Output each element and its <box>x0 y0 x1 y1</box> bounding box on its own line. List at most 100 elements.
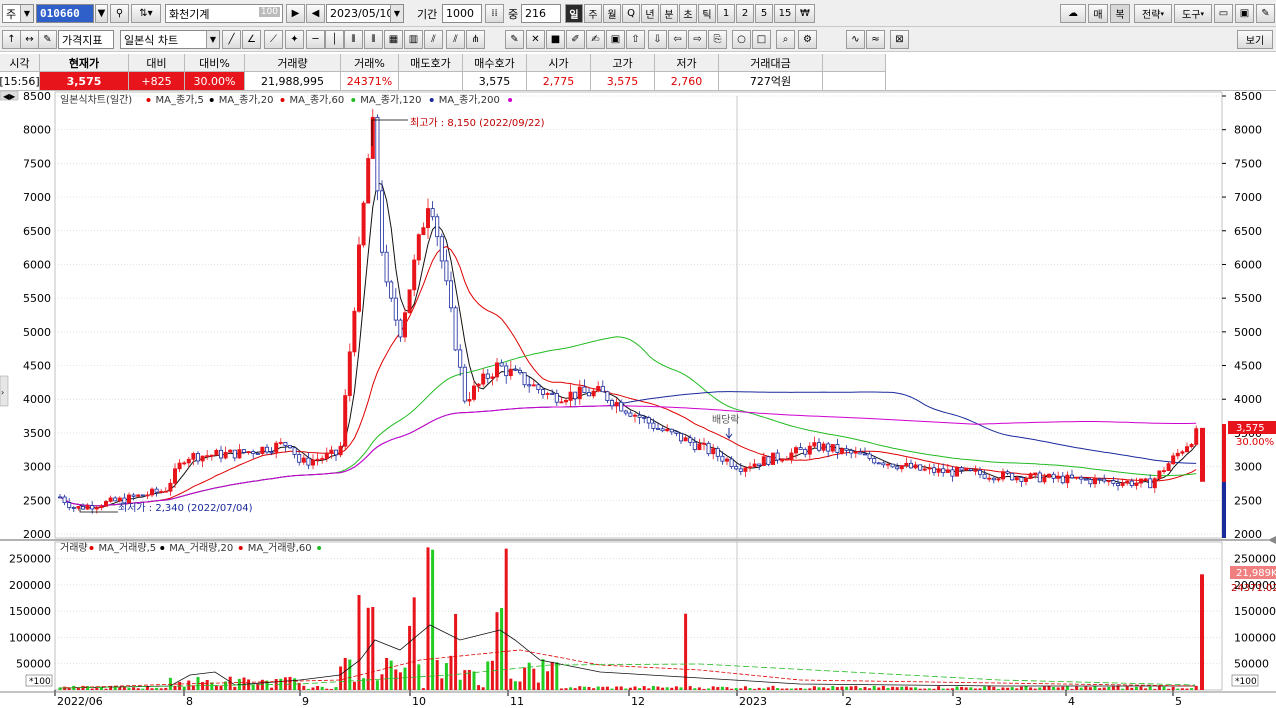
box-tool-icon[interactable]: ▥ <box>404 30 423 49</box>
candle-body <box>518 369 523 374</box>
timeframe-button-틱[interactable]: 틱 <box>698 4 716 23</box>
stock-code-input[interactable]: 010660 <box>36 4 94 23</box>
volume-bar <box>642 686 646 690</box>
candle-body <box>646 417 651 424</box>
note-tool-icon[interactable]: ✍ <box>586 30 605 49</box>
wave1-tool-icon[interactable]: ∿ <box>846 30 865 49</box>
frame-tool-icon[interactable]: ▣ <box>606 30 625 49</box>
arrow-down-icon[interactable]: ⇩ <box>648 30 667 49</box>
line-tool-icon[interactable]: ╱ <box>222 30 241 49</box>
code-dropdown-button[interactable]: ▼ <box>95 4 108 23</box>
date-input[interactable]: 2023/05/10 ▼ <box>326 4 404 23</box>
volume-bar <box>1134 686 1138 690</box>
timeframe-button-2[interactable]: 2 <box>736 4 754 23</box>
cycle-tool-icon[interactable]: ⦀ <box>364 30 383 49</box>
vline-tool-icon[interactable]: │ <box>325 30 344 49</box>
timeframe-button-1[interactable]: 1 <box>717 4 735 23</box>
candle-body <box>559 401 564 404</box>
edit-icon[interactable]: ✎ <box>38 30 57 49</box>
header-time: 시각 <box>0 54 40 72</box>
timeframe-button-월[interactable]: 월 <box>603 4 621 23</box>
hline-tool-icon[interactable]: ─ <box>306 30 325 49</box>
volume-bar <box>141 688 145 690</box>
rect-tool-icon[interactable]: □ <box>752 30 771 49</box>
volume-pct-label: 24371.02 <box>1231 583 1276 594</box>
price-tick-right: 7000 <box>1234 191 1262 204</box>
channel-tool-icon[interactable]: ⫽ <box>424 30 443 49</box>
volume-bar <box>559 688 563 690</box>
zoom-tool-icon[interactable]: ⌕ <box>776 30 795 49</box>
period-input[interactable]: 1000 <box>442 4 482 23</box>
angle-tool-icon[interactable]: ∠ <box>242 30 261 49</box>
ray-tool-icon[interactable]: ⟋ <box>264 30 283 49</box>
x-axis-label: 8 <box>186 695 193 708</box>
arrow-left-icon[interactable]: ⇦ <box>668 30 687 49</box>
dup-button[interactable]: 복 <box>1110 4 1130 23</box>
fan-tool-icon[interactable]: ✦ <box>285 30 304 49</box>
cross-tool-icon[interactable]: ✕ <box>526 30 545 49</box>
volume-legend-item: 거래량 <box>60 542 88 554</box>
volume-bar <box>582 686 586 690</box>
candle-body <box>356 244 361 312</box>
period-tool-icon[interactable]: ⦀ <box>344 30 363 49</box>
grid-tool-icon[interactable]: ▦ <box>384 30 403 49</box>
copy-tool-icon[interactable]: ⎘ <box>708 30 727 49</box>
timeframe-button-주[interactable]: 주 <box>584 4 602 23</box>
candle-body <box>812 442 817 447</box>
chart-type-select[interactable]: 일본식 차트 ▼ <box>120 30 220 49</box>
pen-tool-icon[interactable]: ✎ <box>505 30 524 49</box>
pitchfork-tool-icon[interactable]: ⋔ <box>466 30 485 49</box>
prev-arrow-icon[interactable]: ◀ <box>306 4 325 23</box>
color-tool-icon[interactable]: ■ <box>546 30 565 49</box>
mid-input[interactable]: 216 <box>521 4 561 23</box>
timeframe-button-분[interactable]: 분 <box>660 4 678 23</box>
stock-name-field[interactable]: 화천기계 100 <box>165 4 283 23</box>
settings-tool-icon[interactable]: ⚙ <box>798 30 817 49</box>
tools-button[interactable]: 도구 ▾ <box>1174 4 1212 23</box>
timeframe-button-일[interactable]: 일 <box>565 4 583 23</box>
volume-bar <box>1167 688 1171 690</box>
volume-bar <box>127 687 131 690</box>
value-open: 2,775 <box>527 72 591 91</box>
view-button[interactable]: 보기 <box>1237 30 1273 49</box>
legend-dot <box>317 546 322 550</box>
wave2-tool-icon[interactable]: ≈ <box>866 30 885 49</box>
timeframe-button-Q[interactable]: Q <box>622 4 640 23</box>
strategy-button[interactable]: 전략 ▾ <box>1134 4 1172 23</box>
arrow-up-icon[interactable]: ⇧ <box>626 30 645 49</box>
folder-icon[interactable]: ▭ <box>1214 4 1233 23</box>
parallel-tool-icon[interactable]: ⫽ <box>446 30 465 49</box>
expand-icon[interactable]: ↔ <box>20 30 39 49</box>
candle-body <box>154 488 159 493</box>
legend-item: MA_종가,120 <box>360 94 421 106</box>
timeframe-button-년[interactable]: 년 <box>641 4 659 23</box>
arrow-right-icon[interactable]: ⇨ <box>688 30 707 49</box>
timeframe-button-초[interactable]: 초 <box>679 4 697 23</box>
candle-body <box>550 393 555 395</box>
won-button[interactable]: ₩ <box>795 4 815 23</box>
candle-body <box>863 453 868 456</box>
reset-icon[interactable]: ⁞⁞ <box>485 4 504 23</box>
brush-tool-icon[interactable]: ✐ <box>566 30 585 49</box>
arrow-up-icon[interactable]: ↑ <box>2 30 21 49</box>
price-indicator-button[interactable]: 가격지표 <box>58 30 114 49</box>
search-icon[interactable]: ⚲ <box>110 4 129 23</box>
value-low: 2,760 <box>655 72 719 91</box>
next-arrow-icon[interactable]: ▶ <box>286 4 305 23</box>
cloud-icon[interactable]: ☁ <box>1060 4 1086 23</box>
timeframe-button-15[interactable]: 15 <box>774 4 796 23</box>
save-icon[interactable]: ▣ <box>1235 4 1254 23</box>
buy-button[interactable]: 매 <box>1088 4 1108 23</box>
wrench-icon[interactable]: ✎ <box>1256 4 1275 23</box>
volume-bar <box>739 688 743 690</box>
exit-tool-icon[interactable]: ⊠ <box>890 30 909 49</box>
type-select[interactable]: 주 ▼ <box>2 4 34 23</box>
timeframe-button-5[interactable]: 5 <box>755 4 773 23</box>
price-tick-right: 6000 <box>1234 258 1262 271</box>
sort-options-button[interactable]: ⇅▾ <box>131 4 161 23</box>
x-axis-label: 12 <box>631 695 645 708</box>
legend-dot <box>280 98 285 102</box>
candle-body <box>605 391 610 401</box>
price-chart[interactable]: ◀▶ › 8500 8500 8000 8000 7500 7500 7000 7000 650… <box>0 91 1276 708</box>
circle-tool-icon[interactable]: ○ <box>732 30 751 49</box>
